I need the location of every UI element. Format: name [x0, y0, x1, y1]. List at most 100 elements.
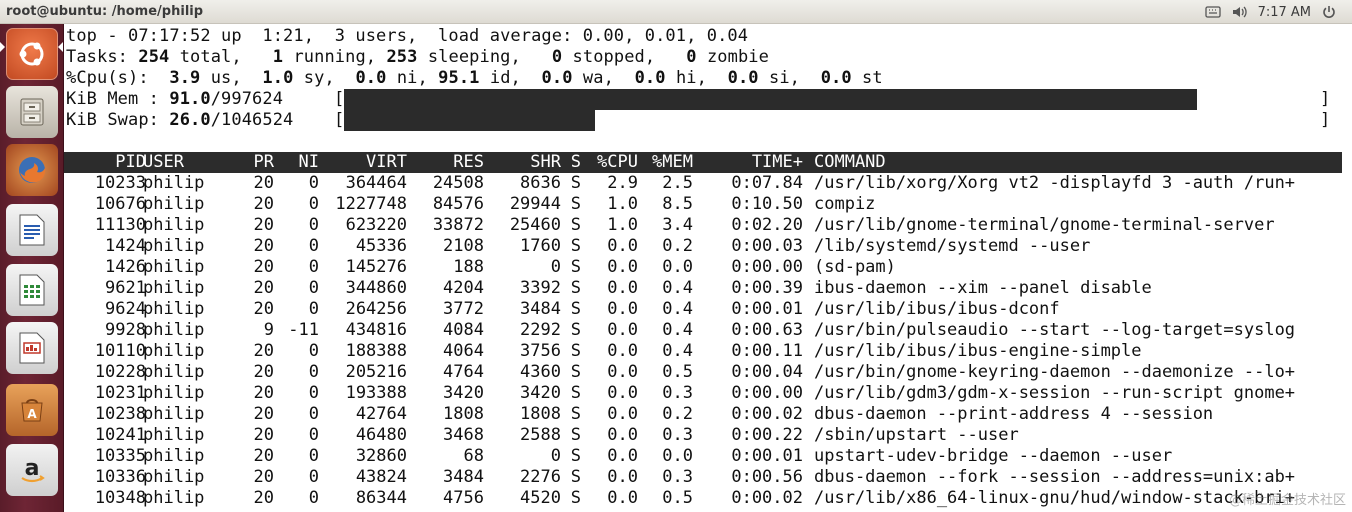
svg-text:a: a [25, 456, 40, 481]
terminal-view[interactable]: top - 07:17:52 up 1:21, 3 users, load av… [64, 24, 1352, 512]
cell-state: S [570, 404, 581, 424]
cell-state: S [570, 446, 581, 466]
tasks-line: Tasks: 254 total, 1 running, 253 sleepin… [66, 47, 769, 68]
cell-time: 0:10.50 [731, 194, 803, 214]
cell-virt: 86344 [355, 488, 407, 508]
cell-virt: 344860 [345, 278, 407, 298]
cpu-label: %Cpu(s): [66, 68, 149, 88]
cpu-us-label: us, [210, 68, 242, 88]
table-row: 1424 philip 20 0 45336 2108 1760 S 0.0 0.2 0:00.03… [64, 236, 1344, 257]
cell-time: 0:00.63 [731, 320, 803, 340]
cell-shr: 1760 [520, 236, 561, 256]
cell-cpu: 0.0 [607, 425, 638, 445]
tasks-sleeping-label: sleeping, [427, 47, 521, 67]
cell-state: S [570, 320, 581, 340]
cell-pid: 10233 [94, 173, 146, 193]
impress-icon[interactable] [6, 322, 58, 374]
swap-usage-bar [344, 110, 595, 131]
column-header-command: COMMAND [814, 152, 886, 172]
mem-used: 91.0 [169, 89, 211, 109]
cell-command: /usr/bin/gnome-keyring-daemon --daemoniz… [814, 362, 1296, 382]
table-row: 1426 philip 20 0 145276 188 0 S 0.0 0.0 0:00.00 (sd… [64, 257, 1344, 278]
cell-pr: 20 [253, 173, 274, 193]
table-row: 10336 philip 20 0 43824 3484 2276 S 0.0 0.3 0:00.5… [64, 467, 1344, 488]
cell-time: 0:07.84 [731, 173, 803, 193]
cell-mem: 0.4 [662, 278, 693, 298]
calc-icon[interactable] [6, 264, 58, 316]
cell-state: S [570, 362, 581, 382]
column-header-shr: SHR [530, 152, 561, 172]
cell-pr: 20 [253, 362, 274, 382]
tasks-zombie: 0 [686, 47, 697, 67]
cell-pr: 20 [253, 425, 274, 445]
cell-command: /usr/lib/ibus/ibus-dconf [814, 299, 1060, 319]
cell-mem: 0.5 [662, 362, 693, 382]
table-row: 9928 philip 9 -11 434816 4084 2292 S 0.0 0.4 0:00.… [64, 320, 1344, 341]
cell-command: dbus-daemon --print-address 4 --session [814, 404, 1214, 424]
power-icon[interactable] [1320, 3, 1338, 21]
launcher-focus-indicator [58, 42, 63, 52]
cpu-ni-label: ni, [396, 68, 428, 88]
cell-pid: 10676 [94, 194, 146, 214]
table-row: 9621 philip 20 0 344860 4204 3392 S 0.0 0.4 0:00.3… [64, 278, 1344, 299]
column-header-mem: %MEM [652, 152, 693, 172]
cell-cpu: 0.0 [607, 341, 638, 361]
volume-icon[interactable] [1231, 3, 1249, 21]
cpu-line: %Cpu(s): 3.9 us, 1.0 sy, 0.0 ni, 95.1 id… [66, 68, 883, 89]
cell-pid: 9621 [105, 278, 146, 298]
cell-mem: 0.4 [662, 341, 693, 361]
cell-shr: 3420 [520, 383, 561, 403]
amazon-icon[interactable]: a [6, 444, 58, 496]
column-header-user: USER [143, 152, 184, 172]
table-row: 10238 philip 20 0 42764 1808 1808 S 0.0 0.2 0:00.0… [64, 404, 1344, 425]
cell-ni: -11 [288, 320, 319, 340]
files-icon[interactable] [6, 86, 58, 138]
cell-pid: 10228 [94, 362, 146, 382]
cell-shr: 2588 [520, 425, 561, 445]
cell-state: S [570, 194, 581, 214]
cell-cpu: 0.0 [607, 236, 638, 256]
clock[interactable]: 7:17 AM [1258, 5, 1311, 20]
cpu-si-label: si, [769, 68, 801, 88]
cell-ni: 0 [308, 194, 319, 214]
firefox-icon[interactable] [6, 144, 58, 196]
cell-time: 0:00.22 [731, 425, 803, 445]
cell-res: 2108 [443, 236, 484, 256]
cell-res: 33872 [432, 215, 484, 235]
cell-pid: 10231 [94, 383, 146, 403]
launcher: A a [0, 24, 64, 512]
cell-pid: 11130 [94, 215, 146, 235]
cell-virt: 45336 [355, 236, 407, 256]
process-table-header: PID USER PR NI VIRT RES SHR S %CPU %MEM TIME+ COMMA… [64, 152, 1342, 173]
column-header-res: RES [453, 152, 484, 172]
column-header-pr: PR [253, 152, 274, 172]
software-center-icon[interactable]: A [6, 384, 58, 436]
cell-pid: 10335 [94, 446, 146, 466]
cell-res: 1808 [443, 404, 484, 424]
swap-line: KiB Swap: 26.0/1046524 [66, 110, 293, 131]
cell-mem: 3.4 [662, 215, 693, 235]
cell-virt: 46480 [355, 425, 407, 445]
writer-icon[interactable] [6, 204, 58, 256]
cell-state: S [570, 341, 581, 361]
cell-time: 0:00.11 [731, 341, 803, 361]
ubuntu-dash-icon[interactable] [6, 28, 58, 80]
cell-shr: 3392 [520, 278, 561, 298]
cell-cpu: 0.0 [607, 299, 638, 319]
cell-time: 0:00.56 [731, 467, 803, 487]
cell-pr: 20 [253, 278, 274, 298]
swap-bar-open: [ [334, 110, 345, 130]
cell-user: philip [143, 383, 205, 403]
cell-virt: 1227748 [335, 194, 407, 214]
cell-pid: 10238 [94, 404, 146, 424]
cell-virt: 264256 [345, 299, 407, 319]
cell-pr: 20 [253, 257, 274, 277]
keyboard-icon[interactable] [1204, 3, 1222, 21]
cell-cpu: 0.0 [607, 488, 638, 508]
cell-res: 3772 [443, 299, 484, 319]
table-row: 10348 philip 20 0 86344 4756 4520 S 0.0 0.5 0:00.0… [64, 488, 1344, 509]
cpu-hi: 0.0 [634, 68, 666, 88]
mem-line: KiB Mem : 91.0/997624 [66, 89, 283, 110]
cell-virt: 193388 [345, 383, 407, 403]
cell-pr: 20 [253, 488, 274, 508]
